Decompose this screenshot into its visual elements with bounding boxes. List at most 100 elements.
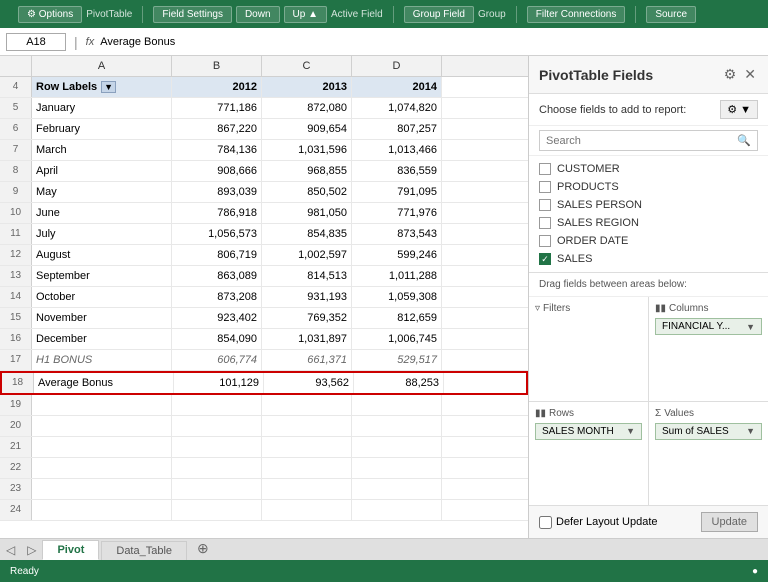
cell-a[interactable] [32,479,172,499]
field-list-item[interactable]: CUSTOMER [529,160,768,178]
table-row[interactable]: 22 [0,458,528,479]
table-row[interactable]: 11July1,056,573854,835873,543 [0,224,528,245]
cell-d[interactable]: 873,543 [352,224,442,244]
cell-d[interactable] [352,416,442,436]
cell-d[interactable]: 1,011,288 [352,266,442,286]
rows-tag-salesmonth[interactable]: SALES MONTH ▼ [535,423,642,440]
cell-c[interactable]: 981,050 [262,203,352,223]
table-row[interactable]: 4Row Labels ▼201220132014 [0,77,528,98]
columns-tag-financial[interactable]: FINANCIAL Y... ▼ [655,318,762,335]
cell-c[interactable]: 93,562 [264,373,354,393]
cell-d[interactable]: 529,517 [352,350,442,370]
table-row[interactable]: 15November923,402769,352812,659 [0,308,528,329]
table-row[interactable]: 24 [0,500,528,521]
update-button[interactable]: Update [701,512,758,532]
cell-c[interactable] [262,458,352,478]
cell-c[interactable]: 854,835 [262,224,352,244]
cell-d[interactable] [352,437,442,457]
cell-b[interactable]: 893,039 [172,182,262,202]
pivot-search-input[interactable] [546,135,731,147]
fieldsettings-button[interactable]: Field Settings [153,6,232,23]
sheet-tab-pivot[interactable]: Pivot [42,540,99,560]
cell-a[interactable]: December [32,329,172,349]
field-list-item[interactable]: PRODUCTS [529,178,768,196]
cell-b[interactable] [172,416,262,436]
table-row[interactable]: 8April908,666968,855836,559 [0,161,528,182]
cell-c[interactable] [262,479,352,499]
table-row[interactable]: 12August806,7191,002,597599,246 [0,245,528,266]
field-list-item[interactable]: SALES PERSON [529,196,768,214]
cell-a[interactable]: January [32,98,172,118]
table-row[interactable]: 19 [0,395,528,416]
field-list-item[interactable]: ORDER DATE [529,232,768,250]
cell-c[interactable]: 2013 [262,77,352,97]
cell-b[interactable]: 923,402 [172,308,262,328]
cell-reference[interactable] [6,33,66,51]
cell-c[interactable]: 968,855 [262,161,352,181]
pivot-close-icon[interactable]: ✕ [742,64,758,85]
cell-d[interactable] [352,500,442,520]
table-row[interactable]: 10June786,918981,050771,976 [0,203,528,224]
cell-a[interactable]: August [32,245,172,265]
pivot-settings-icon[interactable]: ⚙ [722,64,739,85]
table-row[interactable]: 16December854,0901,031,8971,006,745 [0,329,528,350]
cell-b[interactable]: 101,129 [174,373,264,393]
cell-c[interactable] [262,416,352,436]
cell-c[interactable] [262,395,352,415]
cell-c[interactable]: 872,080 [262,98,352,118]
cell-a[interactable]: March [32,140,172,160]
source-button[interactable]: Source [646,6,696,23]
tab-nav-left[interactable]: ◁ [0,540,21,560]
table-row[interactable]: 6February867,220909,654807,257 [0,119,528,140]
cell-b[interactable] [172,395,262,415]
field-list-item[interactable]: ✓SALES [529,250,768,268]
down-button[interactable]: Down [236,6,280,23]
cell-d[interactable]: 88,253 [354,373,444,393]
cell-a[interactable] [32,458,172,478]
cell-b[interactable]: 784,136 [172,140,262,160]
cell-d[interactable]: 1,059,308 [352,287,442,307]
up-button[interactable]: Up ▲ [284,6,327,23]
table-row[interactable]: 5January771,186872,0801,074,820 [0,98,528,119]
options-button[interactable]: ⚙ Options [18,6,82,23]
cell-a[interactable] [32,416,172,436]
cell-a[interactable]: November [32,308,172,328]
add-sheet-button[interactable]: ⊕ [189,537,217,560]
cell-c[interactable]: 850,502 [262,182,352,202]
defer-layout-checkbox[interactable] [539,516,552,529]
cell-a[interactable]: July [32,224,172,244]
formula-input[interactable] [100,36,762,48]
sheet-tab-data_table[interactable]: Data_Table [101,541,187,560]
cell-b[interactable]: 606,774 [172,350,262,370]
field-checkbox[interactable]: ✓ [539,253,551,265]
defer-layout-label[interactable]: Defer Layout Update [539,516,658,529]
cell-b[interactable]: 1,056,573 [172,224,262,244]
cell-a[interactable]: June [32,203,172,223]
cell-b[interactable]: 873,208 [172,287,262,307]
table-row[interactable]: 13September863,089814,5131,011,288 [0,266,528,287]
cell-c[interactable]: 931,193 [262,287,352,307]
table-row[interactable]: 23 [0,479,528,500]
cell-b[interactable]: 854,090 [172,329,262,349]
cell-a[interactable] [32,395,172,415]
cell-d[interactable] [352,395,442,415]
cell-c[interactable]: 814,513 [262,266,352,286]
cell-d[interactable]: 836,559 [352,161,442,181]
cell-c[interactable]: 1,031,897 [262,329,352,349]
cell-d[interactable]: 791,095 [352,182,442,202]
cell-a[interactable]: Average Bonus [34,373,174,393]
pivot-gear-button[interactable]: ⚙ ▼ [720,100,758,119]
cell-d[interactable]: 1,074,820 [352,98,442,118]
cell-b[interactable]: 867,220 [172,119,262,139]
cell-b[interactable]: 771,186 [172,98,262,118]
filterconnections-button[interactable]: Filter Connections [527,6,626,23]
cell-d[interactable]: 1,006,745 [352,329,442,349]
cell-b[interactable]: 908,666 [172,161,262,181]
field-list-item[interactable]: SALES REGION [529,214,768,232]
table-row[interactable]: 9May893,039850,502791,095 [0,182,528,203]
table-row[interactable]: 14October873,208931,1931,059,308 [0,287,528,308]
groupfield-button[interactable]: Group Field [404,6,474,23]
cell-b[interactable] [172,458,262,478]
field-checkbox[interactable] [539,163,551,175]
field-checkbox[interactable] [539,181,551,193]
